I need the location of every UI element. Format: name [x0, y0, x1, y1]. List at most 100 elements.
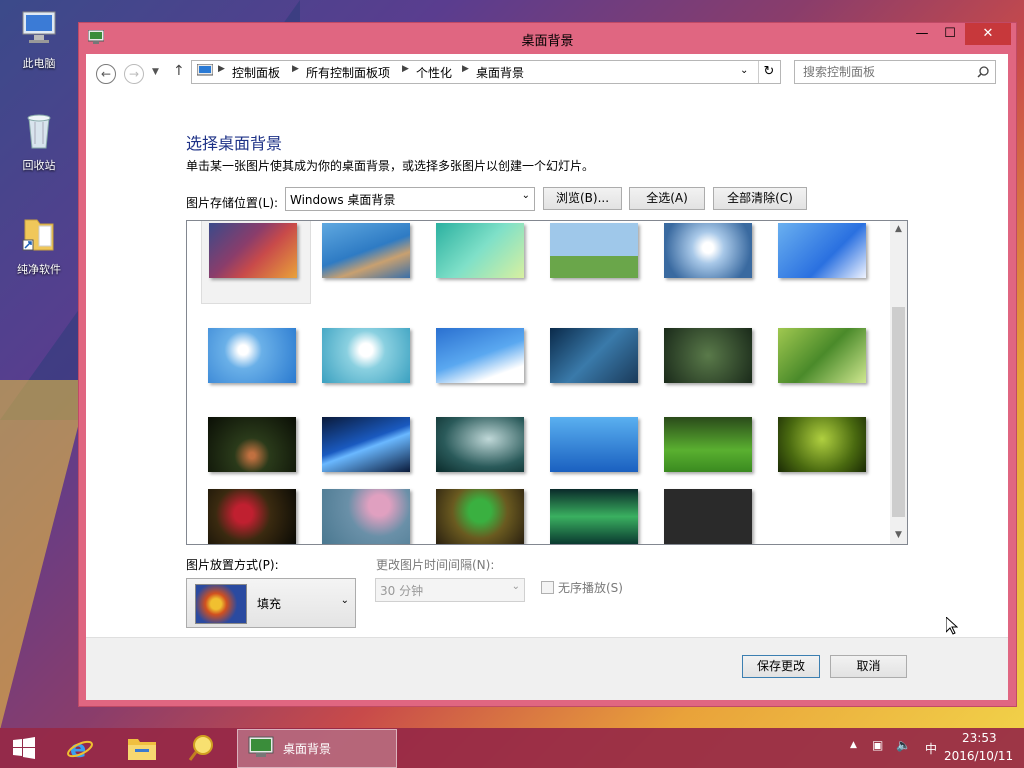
wallpaper-thumbnail[interactable] [657, 487, 765, 544]
wallpaper-image [322, 223, 410, 278]
picture-position-dropdown[interactable]: 填充 ⌄ [186, 578, 356, 628]
checkbox-box[interactable] [541, 581, 554, 594]
wallpaper-thumbnail[interactable] [771, 326, 879, 408]
title-bar[interactable]: 桌面背景 — ☐ ✕ [79, 23, 1016, 53]
wallpaper-thumbnail[interactable] [429, 326, 537, 408]
wallpaper-thumbnail[interactable] [429, 415, 537, 497]
taskbar-search[interactable] [182, 732, 222, 764]
interval-label: 更改图片时间间隔(N): [376, 558, 495, 572]
wallpaper-thumbnail[interactable] [657, 326, 765, 408]
breadcrumb-chevron-icon[interactable]: ▶ [292, 64, 299, 74]
chevron-down-icon: ⌄ [340, 595, 349, 606]
browse-button[interactable]: 浏览(B)... [543, 187, 622, 210]
clear-all-button[interactable]: 全部清除(C) [713, 187, 807, 210]
wallpaper-thumbnail[interactable] [543, 415, 651, 497]
breadcrumb-personalization[interactable]: 个性化 [416, 64, 452, 81]
chevron-down-icon: ⌄ [511, 581, 520, 592]
wallpaper-image [550, 223, 638, 278]
wallpaper-thumbnail[interactable] [315, 326, 423, 408]
folder-shortcut-icon [22, 219, 54, 251]
window-client: ← → ▼ ↑ ▶ 控制面板 ▶ 所有控制面板项 ▶ 个性化 ▶ 桌面背景 ⌄ … [86, 54, 1008, 700]
wallpaper-thumbnail[interactable] [201, 221, 311, 304]
wallpaper-thumbnail[interactable] [657, 221, 765, 303]
scrollbar-thumb[interactable] [892, 307, 905, 517]
internet-explorer-icon: e [67, 735, 93, 762]
picture-location-dropdown[interactable]: Windows 桌面背景 ⌄ [285, 187, 535, 211]
wallpaper-image [664, 223, 752, 278]
computer-icon [22, 11, 56, 43]
minimize-button[interactable]: — [909, 23, 935, 45]
input-method-indicator[interactable]: 中 [925, 740, 937, 757]
wallpaper-image [778, 417, 866, 472]
start-button[interactable] [4, 732, 44, 764]
breadcrumb-control-panel[interactable]: 控制面板 [232, 64, 280, 81]
breadcrumb-chevron-icon[interactable]: ▶ [402, 64, 409, 74]
wallpaper-thumbnail[interactable] [201, 326, 309, 408]
forward-button[interactable]: → [124, 64, 144, 84]
clock-date[interactable]: 2016/10/11 [944, 749, 1013, 763]
wallpaper-image [550, 489, 638, 544]
up-button[interactable]: ↑ [173, 63, 185, 79]
navigation-bar: ← → ▼ ↑ ▶ 控制面板 ▶ 所有控制面板项 ▶ 个性化 ▶ 桌面背景 ⌄ … [86, 54, 1008, 94]
wallpaper-thumbnail[interactable] [429, 221, 537, 303]
taskbar-file-explorer[interactable] [122, 732, 162, 764]
address-bar[interactable]: ▶ 控制面板 ▶ 所有控制面板项 ▶ 个性化 ▶ 桌面背景 ⌄ ↻ [191, 60, 781, 84]
file-explorer-icon [128, 739, 156, 760]
search-box[interactable] [794, 60, 996, 84]
desktop-background-window: 桌面背景 — ☐ ✕ ← → ▼ ↑ ▶ 控制面板 ▶ 所有控制面板项 ▶ 个性… [79, 23, 1016, 706]
desktop-icon-recycle-bin[interactable]: 回收站 [10, 110, 68, 173]
search-icon[interactable] [977, 66, 989, 78]
wallpaper-image [208, 328, 296, 383]
wallpaper-thumbnail[interactable] [315, 487, 423, 544]
scroll-down-icon[interactable]: ▼ [890, 527, 907, 544]
cancel-button[interactable]: 取消 [830, 655, 907, 678]
wallpaper-image [778, 223, 866, 278]
wallpaper-image [208, 489, 296, 544]
breadcrumb-chevron-icon[interactable]: ▶ [218, 64, 225, 74]
select-all-button[interactable]: 全选(A) [629, 187, 705, 210]
window-title: 桌面背景 [521, 34, 574, 49]
wallpaper-thumbnail[interactable] [201, 487, 309, 544]
interval-dropdown[interactable]: 30 分钟 ⌄ [375, 578, 525, 602]
shuffle-checkbox[interactable]: 无序播放(S) [541, 579, 623, 596]
save-changes-button[interactable]: 保存更改 [742, 655, 820, 678]
wallpaper-thumbnail[interactable] [315, 415, 423, 497]
address-dropdown-icon[interactable]: ⌄ [740, 65, 748, 76]
position-preview-image [195, 584, 247, 624]
wallpaper-thumbnail[interactable] [657, 415, 765, 497]
recent-pages-dropdown[interactable]: ▼ [152, 67, 159, 77]
taskbar-active-window[interactable]: 桌面背景 [237, 729, 397, 768]
windows-logo-icon [13, 737, 35, 759]
wallpaper-thumbnail[interactable] [771, 415, 879, 497]
wallpaper-thumbnail[interactable] [201, 415, 309, 497]
wallpaper-thumbnail[interactable] [315, 221, 423, 303]
network-disconnected-icon[interactable]: ▣ [872, 738, 883, 752]
wallpaper-thumbnail[interactable] [543, 487, 651, 544]
desktop-icon-label: 回收站 [22, 159, 56, 172]
breadcrumb-chevron-icon[interactable]: ▶ [462, 64, 469, 74]
gallery-scrollbar[interactable]: ▲ ▼ [890, 221, 907, 544]
wallpaper-thumbnail[interactable] [429, 487, 537, 544]
breadcrumb-all-items[interactable]: 所有控制面板项 [306, 64, 390, 81]
maximize-button[interactable]: ☐ [937, 23, 963, 45]
breadcrumb-desktop-background[interactable]: 桌面背景 [476, 64, 524, 81]
wallpaper-thumbnail[interactable] [543, 326, 651, 408]
volume-muted-icon[interactable]: 🔈 [896, 738, 911, 752]
refresh-icon[interactable]: ↻ [758, 61, 779, 83]
wallpaper-thumbnail[interactable] [771, 221, 879, 303]
close-button[interactable]: ✕ [965, 23, 1011, 45]
clock-time[interactable]: 23:53 [962, 731, 997, 745]
search-input[interactable] [801, 64, 975, 80]
control-panel-icon [197, 64, 213, 76]
wallpaper-thumbnail[interactable] [543, 221, 651, 303]
taskbar: e 桌面背景 ▲ ▣ 🔈 中 23:53 2016/10/11 [0, 728, 1024, 768]
desktop-icon-this-pc[interactable]: 此电脑 [10, 8, 68, 71]
desktop-icon-label: 纯净软件 [17, 263, 61, 276]
wallpaper-image [322, 328, 410, 383]
wallpaper-image [322, 489, 410, 544]
desktop-icon-software[interactable]: 纯净软件 [10, 214, 68, 277]
scroll-up-icon[interactable]: ▲ [890, 221, 907, 238]
tray-expand-icon[interactable]: ▲ [850, 740, 857, 750]
back-button[interactable]: ← [96, 64, 116, 84]
taskbar-internet-explorer[interactable]: e [60, 732, 100, 764]
